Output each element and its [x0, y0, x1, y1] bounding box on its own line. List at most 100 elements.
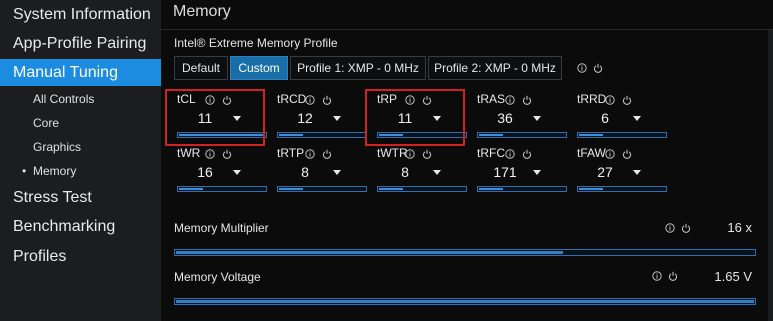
info-icon[interactable]	[305, 95, 315, 105]
power-reset-icon[interactable]	[668, 271, 678, 281]
timing-twr-slider[interactable]	[177, 186, 267, 192]
timing-trtp-value[interactable]: 8	[277, 164, 333, 180]
timing-twr-label: tWR	[177, 146, 201, 160]
info-icon[interactable]	[665, 223, 675, 233]
power-reset-icon[interactable]	[622, 149, 632, 159]
timing-trtp-slider[interactable]	[277, 186, 367, 192]
chevron-down-icon[interactable]	[233, 170, 241, 175]
power-reset-icon[interactable]	[522, 149, 532, 159]
timing-trfc-label: tRFC	[477, 146, 505, 160]
info-icon[interactable]	[577, 63, 587, 73]
timing-slider-fill	[579, 134, 603, 136]
power-reset-icon[interactable]	[222, 149, 232, 159]
chevron-down-icon[interactable]	[533, 170, 541, 175]
info-icon[interactable]	[605, 149, 615, 159]
chevron-down-icon[interactable]	[533, 116, 541, 121]
info-icon[interactable]	[505, 149, 515, 159]
nav-sub-memory[interactable]: • Memory	[0, 160, 161, 182]
info-icon[interactable]	[405, 149, 415, 159]
timing-twr-value[interactable]: 16	[177, 164, 233, 180]
nav-manual-tuning[interactable]: Manual Tuning	[0, 59, 161, 86]
xmp-label: Intel® Extreme Memory Profile	[174, 36, 338, 50]
chevron-down-icon[interactable]	[633, 116, 641, 121]
timing-trcd: tRCD 12	[274, 92, 368, 142]
memory-voltage-value: 1.65 V	[714, 269, 752, 284]
nav-benchmarking[interactable]: Benchmarking	[0, 213, 161, 240]
chevron-down-icon[interactable]	[333, 170, 341, 175]
timing-slider-fill	[279, 134, 303, 136]
timing-slider-fill	[279, 188, 303, 190]
timing-tras: tRAS 36	[474, 92, 568, 142]
nav-stress-test[interactable]: Stress Test	[0, 184, 161, 211]
timing-slider-fill	[479, 134, 503, 136]
timing-trrd: tRRD 6	[574, 92, 668, 142]
power-reset-icon[interactable]	[322, 149, 332, 159]
main-panel: Memory Intel® Extreme Memory Profile Def…	[161, 0, 773, 321]
timing-tras-value[interactable]: 36	[477, 110, 533, 126]
selected-bullet: •	[22, 164, 27, 178]
page-title: Memory	[173, 3, 231, 20]
timing-trfc-slider[interactable]	[477, 186, 567, 192]
profile-tab-default[interactable]: Default	[174, 56, 228, 80]
nav-sub-memory-label: Memory	[33, 164, 77, 178]
timing-twr: tWR 16	[174, 146, 268, 196]
memory-multiplier-fill	[176, 251, 563, 254]
profile-tab-xmp1[interactable]: Profile 1: XMP - 0 MHz	[290, 56, 426, 80]
timing-tcl: tCL 11	[165, 89, 268, 146]
timing-trcd-value[interactable]: 12	[277, 110, 333, 126]
profile-tab-custom[interactable]: Custom	[230, 56, 288, 80]
chevron-down-icon[interactable]	[633, 170, 641, 175]
power-reset-icon[interactable]	[622, 95, 632, 105]
scrollbar[interactable]	[768, 30, 773, 321]
timing-tfaw-value[interactable]: 27	[577, 164, 633, 180]
nav-system-information[interactable]: System Information	[0, 1, 161, 28]
timing-twtr: tWTR 8	[374, 146, 468, 196]
timing-tfaw: tFAW 27	[574, 146, 668, 196]
power-reset-icon[interactable]	[422, 149, 432, 159]
highlight-box	[365, 89, 465, 146]
memory-voltage-fill	[176, 300, 754, 303]
header-divider	[161, 29, 773, 30]
timing-trfc-value[interactable]: 171	[477, 164, 533, 180]
timing-twtr-label: tWTR	[377, 146, 408, 160]
timing-slider-fill	[379, 188, 403, 190]
highlight-box	[165, 89, 265, 146]
memory-multiplier-slider[interactable]	[174, 249, 756, 256]
power-reset-icon[interactable]	[593, 63, 603, 73]
nav-sub-graphics[interactable]: Graphics	[0, 136, 161, 158]
info-icon[interactable]	[605, 95, 615, 105]
nav-app-profile-pairing[interactable]: App-Profile Pairing	[0, 30, 161, 57]
timing-tras-label: tRAS	[477, 92, 506, 106]
timing-tfaw-label: tFAW	[577, 146, 606, 160]
memory-multiplier-label: Memory Multiplier	[174, 221, 269, 235]
info-icon[interactable]	[505, 95, 515, 105]
timing-slider-fill	[579, 188, 603, 190]
chevron-down-icon[interactable]	[333, 116, 341, 121]
nav-sub-all-controls[interactable]: All Controls	[0, 88, 161, 110]
chevron-down-icon[interactable]	[433, 170, 441, 175]
timing-trfc: tRFC 171	[474, 146, 568, 196]
nav-profiles[interactable]: Profiles	[0, 243, 161, 270]
power-reset-icon[interactable]	[522, 95, 532, 105]
timing-twtr-slider[interactable]	[377, 186, 467, 192]
timing-tfaw-slider[interactable]	[577, 186, 667, 192]
timing-trtp-label: tRTP	[277, 146, 305, 160]
nav-sub-core[interactable]: Core	[0, 112, 161, 134]
timing-slider-fill	[179, 188, 203, 190]
timing-tras-slider[interactable]	[477, 132, 567, 138]
timing-trcd-slider[interactable]	[277, 132, 367, 138]
timing-trrd-slider[interactable]	[577, 132, 667, 138]
timing-twtr-value[interactable]: 8	[377, 164, 433, 180]
profile-tab-xmp2[interactable]: Profile 2: XMP - 0 MHz	[428, 56, 562, 80]
memory-voltage-label: Memory Voltage	[174, 270, 261, 284]
timing-slider-fill	[479, 188, 503, 190]
timing-trrd-value[interactable]: 6	[577, 110, 633, 126]
timing-trrd-label: tRRD	[577, 92, 607, 106]
sidebar: System Information App-Profile Pairing M…	[0, 0, 161, 321]
power-reset-icon[interactable]	[681, 223, 691, 233]
memory-voltage-slider[interactable]	[174, 298, 756, 305]
power-reset-icon[interactable]	[322, 95, 332, 105]
info-icon[interactable]	[305, 149, 315, 159]
info-icon[interactable]	[652, 271, 662, 281]
info-icon[interactable]	[205, 149, 215, 159]
